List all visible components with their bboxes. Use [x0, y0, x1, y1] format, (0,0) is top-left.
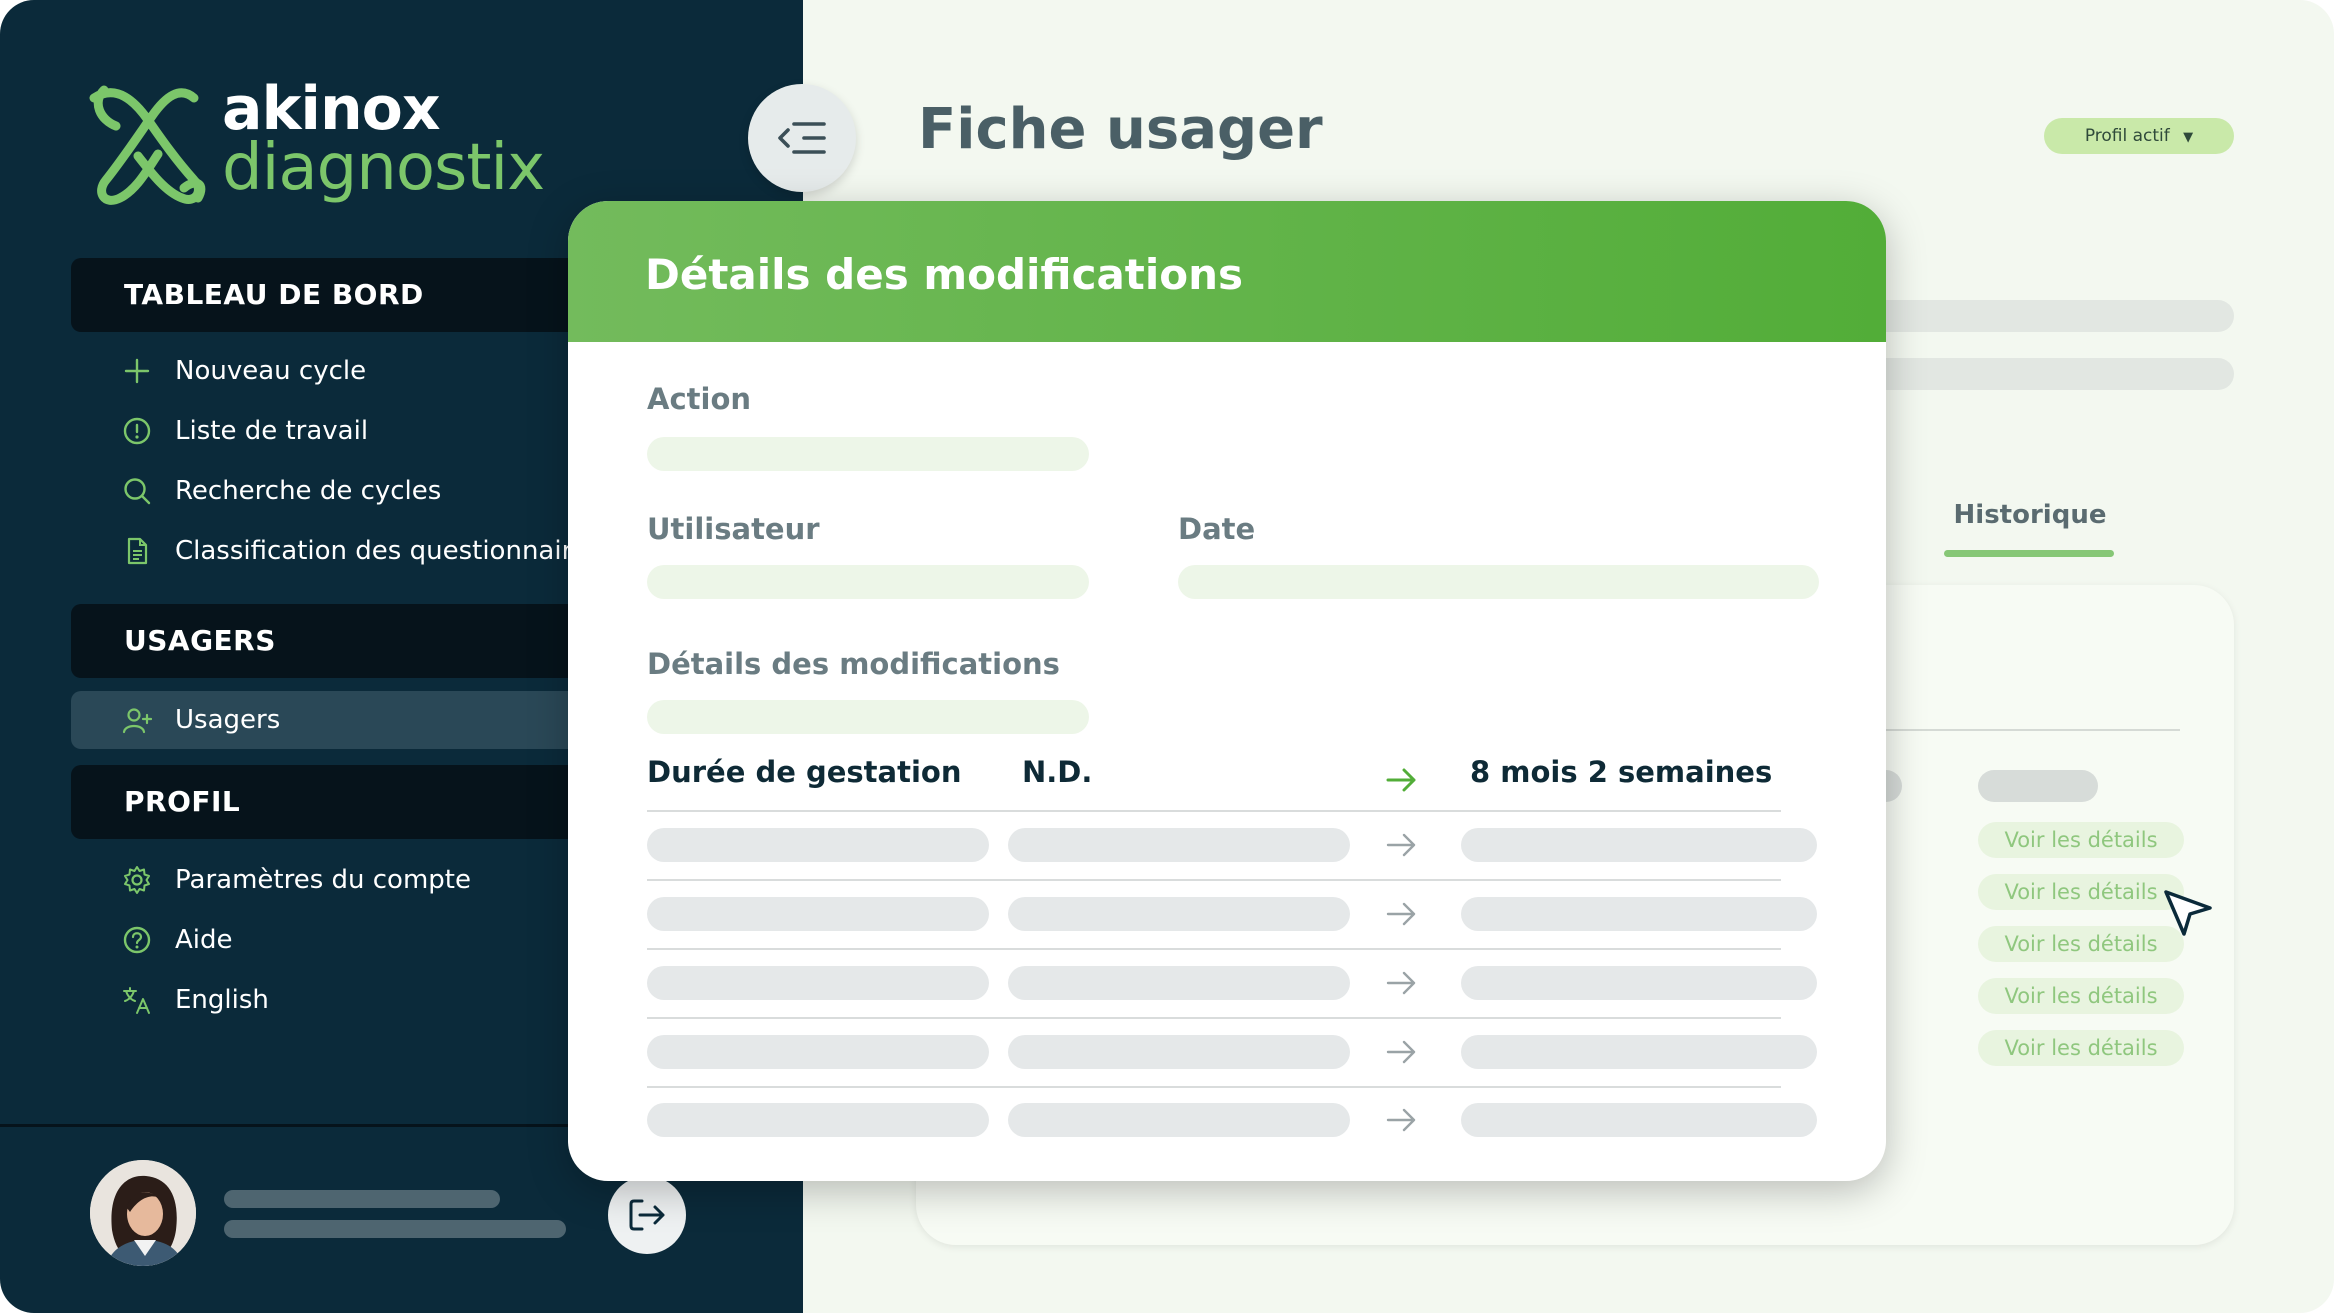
arrow-right-icon — [1386, 971, 1416, 995]
sidebar-item-label: Paramètres du compte — [175, 865, 471, 895]
row-divider — [647, 1017, 1781, 1019]
changed-field-name: Durée de gestation — [647, 755, 962, 789]
chevron-down-icon: ▼ — [2183, 130, 2194, 145]
row-divider — [647, 879, 1781, 881]
date-value-placeholder — [1178, 565, 1819, 599]
date-label: Date — [1178, 512, 1256, 546]
row-divider — [647, 1086, 1781, 1088]
cell-placeholder — [647, 897, 989, 931]
cell-placeholder — [647, 1103, 989, 1137]
placeholder-pill — [1978, 770, 2098, 802]
placeholder-bar — [1870, 300, 2234, 332]
cell-placeholder — [1008, 1035, 1350, 1069]
user-value-placeholder — [647, 565, 1089, 599]
modification-details-modal: Détails des modifications Action Utilisa… — [568, 201, 1886, 1181]
row-divider — [647, 810, 1781, 812]
add-user-icon — [122, 708, 152, 734]
arrow-right-icon — [1386, 833, 1416, 857]
user-photo-icon — [90, 1160, 196, 1266]
user-label: Utilisateur — [647, 512, 820, 546]
app-frame: akinox diagnostix TABLEAU DE BORD Nouvea… — [0, 0, 2334, 1313]
user-role-placeholder — [224, 1220, 566, 1238]
cursor-icon — [2164, 890, 2212, 936]
cell-placeholder — [1461, 1035, 1817, 1069]
cell-placeholder — [1461, 966, 1817, 1000]
avatar[interactable] — [90, 1160, 196, 1266]
details-value-placeholder — [647, 700, 1089, 734]
arrow-right-icon — [1386, 1040, 1416, 1064]
brand-product: diagnostix — [222, 131, 545, 205]
cell-placeholder — [1008, 1103, 1350, 1137]
action-value-placeholder — [647, 437, 1089, 471]
sidebar-item-label: Classification des questionnaires — [175, 536, 602, 566]
logout-icon — [629, 1199, 665, 1231]
sidebar-item-label: Usagers — [175, 705, 281, 735]
tab-history[interactable]: Historique — [1950, 500, 2110, 530]
modal-header: Détails des modifications — [568, 201, 1886, 342]
placeholder-bar — [1870, 358, 2234, 390]
arrow-right-icon — [1386, 1108, 1416, 1132]
help-icon — [123, 926, 151, 954]
view-details-link[interactable]: Voir les détails — [1978, 926, 2184, 962]
view-details-link[interactable]: Voir les détails — [1978, 822, 2184, 858]
profile-status-label: Profil actif — [2084, 126, 2170, 146]
cell-placeholder — [1461, 897, 1817, 931]
view-details-link[interactable]: Voir les détails — [1978, 874, 2184, 910]
action-label: Action — [647, 382, 752, 416]
document-icon — [127, 537, 148, 565]
arrow-right-icon — [1386, 902, 1416, 926]
logout-button[interactable] — [608, 1176, 686, 1254]
sidebar-item-label: Nouveau cycle — [175, 356, 367, 386]
cell-placeholder — [1461, 828, 1817, 862]
collapse-menu-icon — [778, 122, 826, 154]
collapse-sidebar-button[interactable] — [748, 84, 856, 192]
row-divider — [647, 948, 1781, 950]
new-value: 8 mois 2 semaines — [1470, 755, 1773, 789]
sidebar-item-label: Liste de travail — [175, 416, 369, 446]
details-label: Détails des modifications — [647, 647, 1060, 681]
tab-history-indicator — [1944, 550, 2114, 557]
cell-placeholder — [1008, 897, 1350, 931]
profile-status-dropdown[interactable]: Profil actif ▼ — [2044, 118, 2234, 154]
alert-circle-icon — [123, 417, 151, 445]
sidebar-item-label: Recherche de cycles — [175, 476, 442, 506]
old-value: N.D. — [1022, 755, 1093, 789]
cell-placeholder — [1008, 828, 1350, 862]
history-card-divider — [1880, 729, 2180, 731]
cell-placeholder — [647, 828, 989, 862]
view-details-link[interactable]: Voir les détails — [1978, 978, 2184, 1014]
arrow-right-icon — [1386, 768, 1416, 792]
user-name-placeholder — [224, 1190, 500, 1208]
sidebar-item-label: English — [175, 985, 269, 1015]
search-icon — [124, 478, 151, 505]
page-title: Fiche usager — [918, 97, 1323, 162]
modal-title: Détails des modifications — [645, 250, 1244, 299]
cell-placeholder — [1008, 966, 1350, 1000]
cell-placeholder — [647, 966, 989, 1000]
plus-icon — [124, 358, 150, 384]
translate-icon — [123, 987, 150, 1014]
view-details-link[interactable]: Voir les détails — [1978, 1030, 2184, 1066]
cell-placeholder — [1461, 1103, 1817, 1137]
cell-placeholder — [647, 1035, 989, 1069]
gear-icon — [124, 866, 150, 894]
sidebar-item-label: Aide — [175, 925, 233, 955]
